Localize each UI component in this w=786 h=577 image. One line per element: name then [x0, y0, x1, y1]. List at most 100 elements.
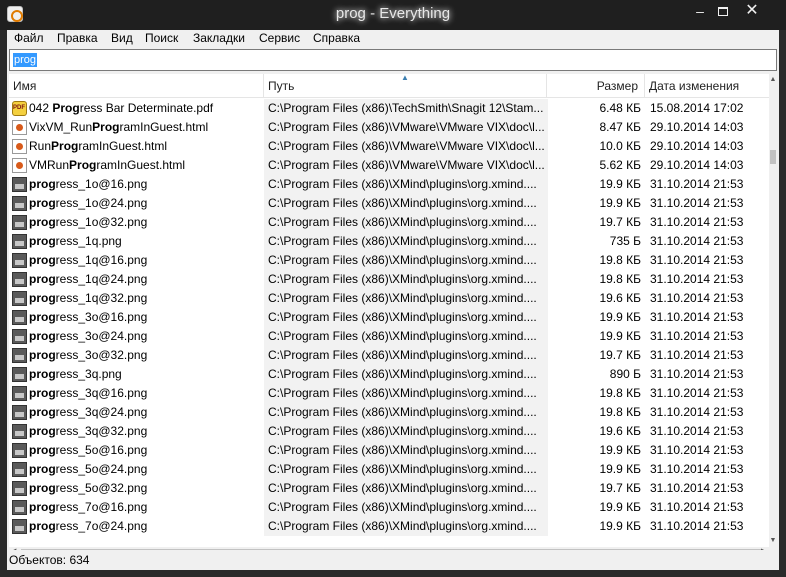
search-input[interactable]: prog: [13, 53, 38, 67]
menu-bookmarks[interactable]: Закладки: [193, 31, 245, 45]
menu-help[interactable]: Справка: [313, 31, 360, 45]
file-name: progress_1q@32.png: [29, 289, 261, 308]
file-name-suffix: ress_1o@32.png: [55, 215, 148, 229]
table-row[interactable]: VMRunProgramInGuest.html C:\Program Files…: [9, 156, 769, 175]
file-path: C:\Program Files (x86)\XMind\plugins\org…: [268, 500, 537, 514]
file-name-match: prog: [29, 519, 56, 533]
file-name: progress_1o@32.png: [29, 213, 261, 232]
maximize-button[interactable]: [711, 4, 735, 20]
table-row[interactable]: 042 Progress Bar Determinate.pdf C:\Progr…: [9, 99, 769, 118]
file-name-prefix: Run: [29, 139, 52, 153]
scroll-down-icon[interactable]: ▼: [769, 537, 777, 545]
file-name-suffix: ress_1o@16.png: [55, 177, 148, 191]
table-row[interactable]: progress_3o@32.png C:\Program Files (x86)…: [9, 346, 769, 365]
table-row[interactable]: RunProgramInGuest.html C:\Program Files (…: [9, 137, 769, 156]
png-icon: [12, 291, 27, 306]
results-list[interactable]: Имя Путь ▲ Размер Дата изменения 042 Pro…: [9, 74, 777, 547]
file-date: 31.10.2014 21:53: [650, 272, 744, 286]
file-name: progress_3o@32.png: [29, 346, 261, 365]
file-date: 15.08.2014 17:02: [650, 101, 744, 115]
file-name: progress_3o@24.png: [29, 327, 261, 346]
vertical-scroll-thumb[interactable]: [770, 150, 776, 164]
table-row[interactable]: progress_3q@24.png C:\Program Files (x86)…: [9, 403, 769, 422]
png-icon: [12, 367, 27, 382]
file-date: 31.10.2014 21:53: [650, 462, 744, 476]
minimize-button[interactable]: –: [688, 4, 712, 20]
file-path: C:\Program Files (x86)\XMind\plugins\org…: [268, 177, 537, 191]
file-name: progress_1q.png: [29, 232, 261, 251]
menu-bar: Файл Правка Вид Поиск Закладки Сервис Сп…: [7, 30, 779, 48]
table-row[interactable]: VixVM_RunProgramInGuest.html C:\Program F…: [9, 118, 769, 137]
file-path: C:\Program Files (x86)\XMind\plugins\org…: [268, 348, 537, 362]
file-size: 19.9 КБ: [599, 196, 641, 210]
table-row[interactable]: progress_3q@16.png C:\Program Files (x86)…: [9, 384, 769, 403]
close-button[interactable]: ✕: [740, 3, 764, 20]
file-date: 31.10.2014 21:53: [650, 348, 744, 362]
file-name-suffix: ress_3o@32.png: [55, 348, 148, 362]
png-icon: [12, 405, 27, 420]
table-row[interactable]: progress_3q.png C:\Program Files (x86)\XM…: [9, 365, 769, 384]
file-path: C:\Program Files (x86)\XMind\plugins\org…: [268, 367, 537, 381]
file-name-match: prog: [29, 177, 56, 191]
table-row[interactable]: progress_1q@24.png C:\Program Files (x86)…: [9, 270, 769, 289]
file-name-suffix: ress_3q@16.png: [55, 386, 148, 400]
table-row[interactable]: progress_1q.png C:\Program Files (x86)\XM…: [9, 232, 769, 251]
file-name-match: prog: [29, 424, 56, 438]
table-row[interactable]: progress_1q@16.png C:\Program Files (x86)…: [9, 251, 769, 270]
file-date: 31.10.2014 21:53: [650, 177, 744, 191]
file-path: C:\Program Files (x86)\VMware\VMware VIX…: [268, 139, 544, 153]
title-bar[interactable]: prog - Everything – ✕: [0, 0, 786, 30]
png-icon: [12, 386, 27, 401]
file-date: 31.10.2014 21:53: [650, 253, 744, 267]
scroll-up-icon[interactable]: ▲: [769, 76, 777, 84]
file-name-match: prog: [29, 196, 56, 210]
menu-file[interactable]: Файл: [14, 31, 44, 45]
status-bar: Объектов: 634: [7, 550, 779, 570]
file-date: 31.10.2014 21:53: [650, 424, 744, 438]
table-row[interactable]: progress_1o@32.png C:\Program Files (x86)…: [9, 213, 769, 232]
file-name-match: prog: [29, 253, 56, 267]
file-size: 6.48 КБ: [599, 101, 641, 115]
column-header-date[interactable]: Дата изменения: [645, 74, 769, 98]
file-name-suffix: ress_1q.png: [55, 234, 122, 248]
menu-view[interactable]: Вид: [111, 31, 133, 45]
file-size: 19.9 КБ: [599, 329, 641, 343]
png-icon: [12, 329, 27, 344]
table-row[interactable]: progress_5o@16.png C:\Program Files (x86)…: [9, 441, 769, 460]
file-path: C:\Program Files (x86)\XMind\plugins\org…: [268, 424, 537, 438]
table-row[interactable]: progress_3o@24.png C:\Program Files (x86)…: [9, 327, 769, 346]
table-row[interactable]: progress_7o@16.png C:\Program Files (x86)…: [9, 498, 769, 517]
table-row[interactable]: progress_1o@24.png C:\Program Files (x86)…: [9, 194, 769, 213]
file-date: 31.10.2014 21:53: [650, 367, 744, 381]
file-name-suffix: ramInGuest.html: [78, 139, 168, 153]
table-row[interactable]: progress_1o@16.png C:\Program Files (x86)…: [9, 175, 769, 194]
file-date: 31.10.2014 21:53: [650, 405, 744, 419]
file-size: 10.0 КБ: [599, 139, 641, 153]
file-date: 31.10.2014 21:53: [650, 481, 744, 495]
table-row[interactable]: progress_5o@32.png C:\Program Files (x86)…: [9, 479, 769, 498]
table-row[interactable]: progress_1q@32.png C:\Program Files (x86)…: [9, 289, 769, 308]
column-header-size[interactable]: Размер: [547, 74, 645, 98]
menu-search[interactable]: Поиск: [145, 31, 178, 45]
file-name-suffix: ress_7o@24.png: [55, 519, 148, 533]
file-name-suffix: ress_1q@16.png: [55, 253, 148, 267]
menu-edit[interactable]: Правка: [57, 31, 98, 45]
table-row[interactable]: progress_7o@24.png C:\Program Files (x86)…: [9, 517, 769, 536]
vertical-scrollbar[interactable]: ▲ ▼: [769, 74, 777, 547]
png-icon: [12, 519, 27, 534]
column-header-name[interactable]: Имя: [9, 74, 264, 98]
file-size: 19.9 КБ: [599, 519, 641, 533]
file-name: progress_3o@16.png: [29, 308, 261, 327]
file-date: 31.10.2014 21:53: [650, 519, 744, 533]
table-row[interactable]: progress_3q@32.png C:\Program Files (x86)…: [9, 422, 769, 441]
file-name-match: prog: [29, 291, 56, 305]
file-name-suffix: ress_5o@16.png: [55, 443, 148, 457]
table-row[interactable]: progress_5o@24.png C:\Program Files (x86)…: [9, 460, 769, 479]
html-icon: [12, 158, 27, 173]
search-box[interactable]: prog: [9, 49, 777, 71]
file-name-match: Prog: [52, 101, 80, 115]
menu-tools[interactable]: Сервис: [259, 31, 300, 45]
file-path: C:\Program Files (x86)\XMind\plugins\org…: [268, 386, 537, 400]
file-path: C:\Program Files (x86)\XMind\plugins\org…: [268, 291, 537, 305]
table-row[interactable]: progress_3o@16.png C:\Program Files (x86)…: [9, 308, 769, 327]
